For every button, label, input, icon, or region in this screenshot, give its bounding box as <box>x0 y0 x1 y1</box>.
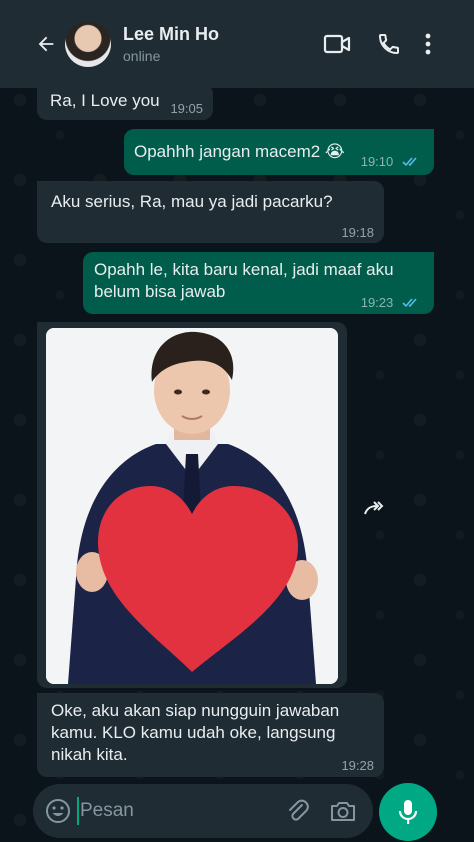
mic-icon[interactable] <box>379 783 437 841</box>
read-ticks-icon <box>402 151 420 173</box>
message-meta: 19:10 <box>361 150 420 173</box>
camera-icon[interactable] <box>329 798 357 824</box>
more-vert-icon[interactable] <box>422 29 434 59</box>
arrow-left-icon[interactable] <box>33 31 59 57</box>
forward-icon[interactable] <box>357 491 391 525</box>
video-call-icon[interactable] <box>322 29 352 59</box>
message-bubble-incoming[interactable]: Oke, aku akan siap nungguin jawaban kamu… <box>37 693 384 777</box>
message-text: Aku serius, Ra, mau ya jadi pacarku? <box>51 192 333 211</box>
message-bubble-outgoing[interactable]: Opahh le, kita baru kenal, jadi maaf aku… <box>83 252 434 314</box>
contact-status: online <box>123 48 161 64</box>
message-text: Oke, aku akan siap nungguin jawaban kamu… <box>51 701 340 764</box>
message-text: Opahhh jangan macem2 😭 <box>134 142 345 161</box>
contact-name: Lee Min Ho <box>123 24 220 44</box>
message-bubble-outgoing[interactable]: Opahhh jangan macem2 😭 19:10 <box>124 129 434 175</box>
message-time: 19:10 <box>360 154 394 169</box>
contact-info[interactable]: Lee Min Ho online <box>123 24 219 64</box>
photo-man-with-heart[interactable] <box>46 328 338 684</box>
message-time: 19:05 <box>170 101 203 116</box>
message-bubble-incoming[interactable]: Ra, I Love you 19:05 <box>37 84 213 120</box>
read-ticks-icon <box>402 292 420 314</box>
header-actions <box>322 29 474 59</box>
message-meta: 19:23 <box>361 291 420 314</box>
message-time: 19:23 <box>360 295 394 310</box>
phone-icon[interactable] <box>374 29 404 59</box>
chat-screen: Lee Min Ho online Ra, I Love you 19:05 O… <box>0 0 474 842</box>
emoji-icon[interactable] <box>45 798 71 824</box>
chat-header: Lee Min Ho online <box>0 0 474 88</box>
message-composer <box>33 784 373 838</box>
avatar[interactable] <box>65 21 111 67</box>
message-bubble-incoming[interactable]: Aku serius, Ra, mau ya jadi pacarku? 19:… <box>37 181 384 243</box>
message-text: Ra, I Love you <box>50 91 160 110</box>
image-message-bubble[interactable] <box>37 322 347 688</box>
attach-icon[interactable] <box>285 798 311 824</box>
message-time: 19:28 <box>341 758 374 773</box>
message-input[interactable] <box>79 794 280 828</box>
message-time: 19:18 <box>341 225 374 240</box>
